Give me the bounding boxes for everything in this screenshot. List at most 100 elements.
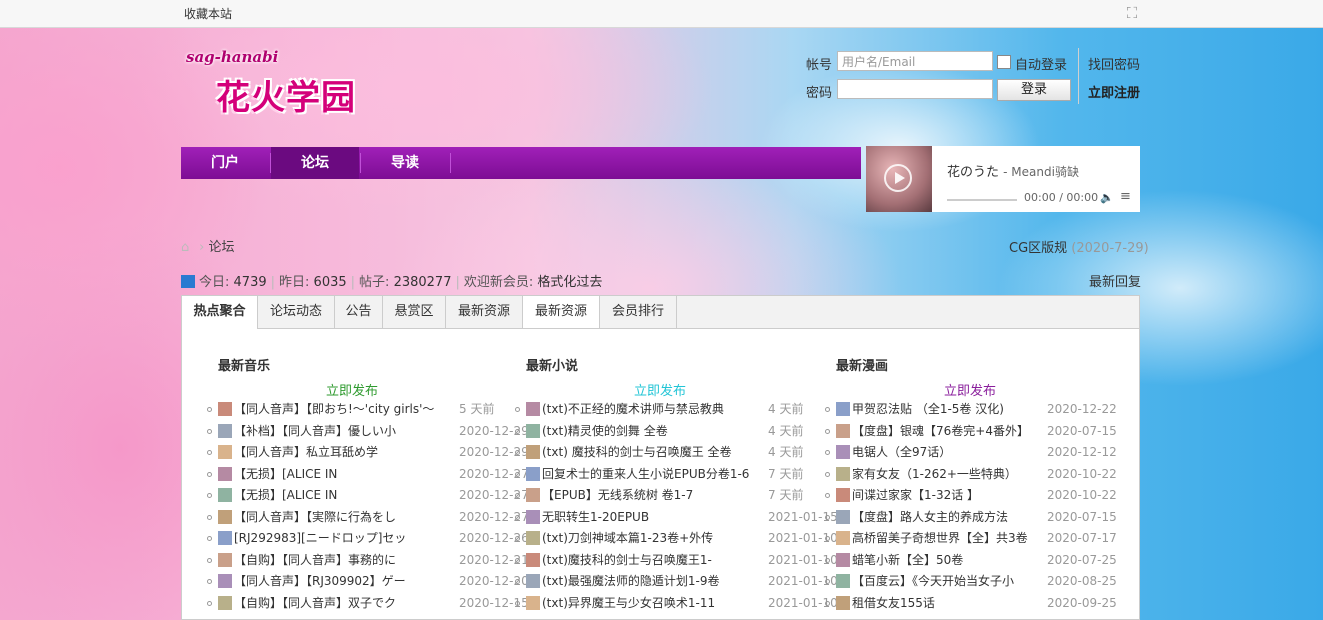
item-title[interactable]: 【同人音声】【実際に行為をし (234, 507, 444, 528)
item-title[interactable]: (txt)刀剑神域本篇1-23卷+外传 (542, 528, 764, 549)
cg-rules-link[interactable]: CG区版规 (2020-7-29) (1009, 237, 1149, 256)
post-now-link[interactable]: 立即发布 (326, 380, 378, 399)
item-title[interactable]: [RJ292983][ニードロップ]セッ (234, 528, 444, 549)
tab-announcements[interactable]: 公告 (335, 296, 383, 328)
item-title[interactable]: (txt)最强魔法师的隐遁计划1-9卷 (542, 571, 764, 592)
password-input[interactable] (837, 79, 993, 99)
auto-login-label[interactable]: 自动登录 (1015, 54, 1067, 73)
item-title[interactable]: 无职转生1-20EPUB (542, 507, 764, 528)
nav-item-guide[interactable]: 导读 (361, 147, 449, 179)
list-item[interactable]: (txt)刀剑神域本篇1-23卷+外传 2021-01-10 (513, 528, 838, 549)
item-title[interactable]: 回复术士的重来人生小说EPUB分卷1-6 (542, 464, 764, 485)
avatar (526, 423, 540, 438)
tab-forum-activity[interactable]: 论坛动态 (258, 296, 335, 328)
tab-member-ranking[interactable]: 会员排行 (600, 296, 677, 328)
list-item[interactable]: 甲贺忍法贴 （全1-5卷 汉化) 2020-12-22 (823, 399, 1117, 420)
item-title[interactable]: 【同人音声】【即おち!～'city girls'～ (234, 399, 444, 420)
list-item[interactable]: 【同人音声】【RJ309902】ゲー 2020-12-20 (205, 571, 529, 592)
list-item[interactable]: (txt)异界魔王与少女召唤术1-11 2021-01-10 (513, 593, 838, 614)
volume-icon[interactable]: 🔈 (1100, 191, 1114, 204)
list-item[interactable]: 【无损】[ALICE IN 2020-12-27 (205, 485, 529, 506)
item-title[interactable]: (txt)异界魔王与少女召唤术1-11 (542, 593, 764, 614)
list-item[interactable]: 【同人音声】【実際に行為をし 2020-12-27 (205, 507, 529, 528)
tab-resources-selected[interactable]: 最新资源 (523, 296, 600, 328)
item-title[interactable]: 高桥留美子奇想世界【全】共3卷 (852, 528, 1042, 549)
item-title[interactable]: 【同人音声】私立耳舐め学 (234, 442, 444, 463)
item-title[interactable]: 家有女友（1-262+一些特典） (852, 464, 1042, 485)
item-title[interactable]: 【同人音声】【RJ309902】ゲー (234, 571, 444, 592)
expand-icon[interactable]: ⛶ (1124, 5, 1140, 21)
list-item[interactable]: 【无损】[ALICE IN 2020-12-27 (205, 464, 529, 485)
item-title[interactable]: (txt)精灵使的剑舞 全卷 (542, 421, 764, 442)
new-member-link[interactable]: 格式化过去 (537, 275, 602, 290)
list-item[interactable]: 【自购】【同人音声】双子でク 2020-12-15 (205, 593, 529, 614)
tab-resources[interactable]: 最新资源 (446, 296, 523, 328)
list-item[interactable]: (txt)不正经的魔术讲师与禁忌教典 4 天前 (513, 399, 838, 420)
avatar (218, 595, 232, 610)
list-item[interactable]: 高桥留美子奇想世界【全】共3卷 2020-07-17 (823, 528, 1117, 549)
avatar (836, 574, 850, 588)
register-link[interactable]: 立即注册 (1088, 82, 1140, 101)
login-button[interactable]: 登录 (997, 79, 1071, 101)
password-label: 密码 (806, 86, 833, 101)
list-item[interactable]: 【同人音声】【即おち!～'city girls'～ 5 天前 (205, 399, 529, 420)
auto-login-checkbox[interactable] (997, 55, 1011, 69)
cg-rules-label[interactable]: CG区版规 (1009, 241, 1067, 256)
playlist-menu-icon[interactable]: ≡ (1120, 189, 1131, 204)
list-item[interactable]: 【EPUB】无线系统树 卷1-7 7 天前 (513, 485, 838, 506)
list-item[interactable]: 【补档】【同人音声】優しい小 2020-12-29 (205, 421, 529, 442)
bookmark-link[interactable]: 收藏本站 (184, 5, 232, 22)
home-icon[interactable]: ⌂ (181, 240, 195, 255)
item-title[interactable]: 电锯人（全97话） (852, 442, 1042, 463)
item-title[interactable]: 租借女友155话 (852, 593, 1042, 614)
tab-bounty[interactable]: 悬赏区 (383, 296, 446, 328)
item-title[interactable]: 【自购】【同人音声】事務的に (234, 550, 444, 571)
list-item[interactable]: 【度盘】路人女主的养成方法 2020-07-15 (823, 507, 1117, 528)
latest-reply-link[interactable]: 最新回复 (1089, 271, 1141, 290)
post-now-link[interactable]: 立即发布 (944, 380, 996, 399)
list-item[interactable]: 【百度云】《今天开始当女子小 2020-08-25 (823, 571, 1117, 592)
site-logo[interactable]: sag-hanabi 花火学园 (186, 46, 376, 126)
item-title[interactable]: 【自购】【同人音声】双子でク (234, 593, 444, 614)
item-title[interactable]: (txt)不正经的魔术讲师与禁忌教典 (542, 399, 764, 420)
list-item[interactable]: (txt)最强魔法师的隐遁计划1-9卷 2021-01-10 (513, 571, 838, 592)
list-item[interactable]: (txt) 魔技科的剑士与召唤魔王 全卷 4 天前 (513, 442, 838, 463)
item-title[interactable]: 间谍过家家【1-32话 】 (852, 485, 1042, 506)
list-item[interactable]: 【同人音声】私立耳舐め学 2020-12-29 (205, 442, 529, 463)
item-title[interactable]: 【度盘】银魂【76卷完+4番外】 (852, 421, 1042, 442)
bullet-icon (515, 450, 520, 455)
list-item[interactable]: 家有女友（1-262+一些特典） 2020-10-22 (823, 464, 1117, 485)
list-item[interactable]: 租借女友155话 2020-09-25 (823, 593, 1117, 614)
list-item[interactable]: [RJ292983][ニードロップ]セッ 2020-12-26 (205, 528, 529, 549)
nav-item-forum[interactable]: 论坛 (271, 147, 359, 179)
item-title[interactable]: 【无损】[ALICE IN (234, 485, 444, 506)
item-title[interactable]: 【EPUB】无线系统树 卷1-7 (542, 485, 764, 506)
avatar (526, 466, 540, 481)
list-item[interactable]: (txt)精灵使的剑舞 全卷 4 天前 (513, 421, 838, 442)
breadcrumb-current[interactable]: 论坛 (208, 240, 234, 255)
list-item[interactable]: 【度盘】银魂【76卷完+4番外】 2020-07-15 (823, 421, 1117, 442)
account-input[interactable]: 用户名/Email (837, 51, 993, 71)
item-title[interactable]: (txt)魔技科的剑士与召唤魔王1- (542, 550, 764, 571)
list-item[interactable]: 间谍过家家【1-32话 】 2020-10-22 (823, 485, 1117, 506)
item-title[interactable]: 【百度云】《今天开始当女子小 (852, 571, 1042, 592)
item-title[interactable]: 甲贺忍法贴 （全1-5卷 汉化) (852, 399, 1042, 420)
item-title[interactable]: 【补档】【同人音声】優しい小 (234, 421, 444, 442)
list-item[interactable]: 蜡笔小新【全】50卷 2020-07-25 (823, 550, 1117, 571)
item-title[interactable]: (txt) 魔技科的剑士与召唤魔王 全卷 (542, 442, 764, 463)
list-item[interactable]: (txt)魔技科的剑士与召唤魔王1- 2021-01-10 (513, 550, 838, 571)
tab-hot[interactable]: 热点聚合 (182, 296, 258, 329)
list-item[interactable]: 【自购】【同人音声】事務的に 2020-12-21 (205, 550, 529, 571)
play-icon[interactable] (884, 164, 912, 192)
item-title[interactable]: 【度盘】路人女主的养成方法 (852, 507, 1042, 528)
find-password-link[interactable]: 找回密码 (1088, 54, 1140, 73)
list-item[interactable]: 回复术士的重来人生小说EPUB分卷1-6 7 天前 (513, 464, 838, 485)
post-now-link[interactable]: 立即发布 (634, 380, 686, 399)
item-title[interactable]: 【无损】[ALICE IN (234, 464, 444, 485)
list-item[interactable]: 电锯人（全97话） 2020-12-12 (823, 442, 1117, 463)
list-item[interactable]: 无职转生1-20EPUB 2021-01-15 (513, 507, 838, 528)
bullet-icon (207, 471, 212, 477)
item-title[interactable]: 蜡笔小新【全】50卷 (852, 550, 1042, 571)
progress-bar[interactable] (947, 199, 1017, 201)
nav-item-portal[interactable]: 门户 (181, 147, 269, 179)
